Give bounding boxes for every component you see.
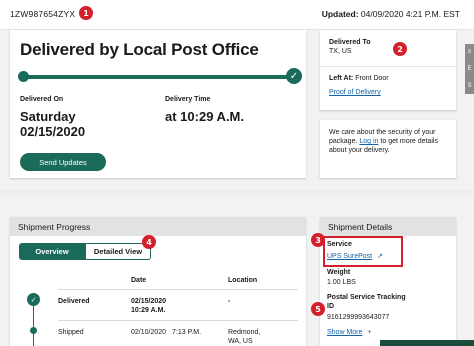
security-line-2-pre: package.: [329, 138, 358, 145]
tracking-number: 1ZW987654ZYX: [10, 9, 76, 19]
delivery-time-label: Delivery Time: [165, 96, 211, 103]
progress-track: [22, 75, 292, 79]
row-location-shipped-line-2: WA, US: [228, 338, 253, 345]
delivery-time: at 10:29 A.M.: [165, 109, 244, 124]
external-link-icon: ↗: [377, 253, 383, 260]
delivery-status-card: Delivered by Local Post Office ✓ Deliver…: [10, 30, 306, 178]
row-datetime-shipped: 02/10/2020 7:13 P.M.: [131, 328, 201, 337]
updated-label: Updated:: [321, 9, 359, 19]
timeline-delivered-check-icon: ✓: [27, 293, 40, 306]
row-location-delivered: -: [228, 298, 231, 305]
service-value-row: UPS SurePost ↗: [327, 252, 383, 260]
status-title: Delivered by Local Post Office: [20, 40, 259, 59]
row-divider: [58, 289, 298, 290]
security-line-1: We care about the security of your: [329, 129, 436, 136]
side-tab-glyph-e: E: [467, 65, 472, 72]
tab-detailed-view[interactable]: Detailed View: [85, 243, 151, 260]
delivered-to-card: Delivered To TX, US Left At: Front Door …: [320, 30, 456, 110]
column-header-location: Location: [228, 277, 258, 284]
delivered-day: Saturday: [20, 109, 76, 124]
row-time-delivered: 10:29 A.M.: [131, 307, 166, 314]
security-info-card: We care about the security of your packa…: [320, 120, 456, 178]
postal-tracking-value: 9161299993643077: [327, 314, 390, 321]
service-value-link[interactable]: UPS SurePost: [327, 253, 372, 260]
left-at-value: Front Door: [355, 75, 389, 82]
left-at-label: Left At:: [329, 75, 354, 82]
tab-overview[interactable]: Overview: [19, 243, 85, 260]
delivered-to-label: Delivered To: [329, 39, 371, 46]
security-line-3: about your delivery.: [329, 147, 390, 154]
delivered-on-label: Delivered On: [20, 96, 64, 103]
column-header-date: Date: [131, 277, 147, 284]
row-status-delivered: Delivered: [58, 298, 90, 305]
row-date-delivered: 02/15/2020: [131, 298, 167, 305]
plus-icon: +: [367, 329, 372, 336]
security-line-2: package. Log in to get more details: [329, 138, 438, 145]
left-at-row: Left At: Front Door: [329, 75, 389, 82]
service-label: Service: [327, 241, 352, 248]
timeline-shipped-dot: [30, 327, 37, 334]
annotation-badge-1: 1: [79, 6, 93, 20]
row-time-shipped: 7:13 P.M.: [172, 329, 202, 336]
shipment-progress-card: Shipment Progress Overview Detailed View…: [10, 217, 306, 346]
annotation-badge-5: 5: [311, 302, 325, 316]
security-line-2-post: to get more details: [380, 138, 438, 145]
annotation-badge-2: 2: [393, 42, 407, 56]
side-tab-menu-icon: ≡: [467, 49, 472, 56]
annotation-badge-3: 3: [311, 233, 325, 247]
progress-complete-check-icon: ✓: [286, 68, 302, 84]
shipment-details-header: Shipment Details: [320, 217, 456, 236]
delivered-to-location: TX, US: [329, 48, 352, 55]
updated-timestamp: Updated: 04/09/2020 4:21 P.M. EST: [322, 9, 460, 19]
weight-value: 1.00 LBS: [327, 279, 356, 286]
row-location-shipped-line-1: Redmond,: [228, 329, 261, 336]
send-updates-button[interactable]: Send Updates: [20, 153, 106, 171]
divider: [320, 66, 456, 67]
feedback-side-tab[interactable]: ≡ E S: [465, 44, 474, 94]
progress-start-dot: [18, 71, 29, 82]
row-status-shipped: Shipped: [58, 329, 84, 336]
show-more-button[interactable]: Show More +: [327, 329, 371, 336]
side-tab-glyph-s: S: [467, 82, 472, 89]
postal-tracking-label-line-1: Postal Service Tracking: [327, 294, 406, 301]
row-date-shipped: 02/10/2020: [131, 329, 167, 336]
show-more-label: Show More: [327, 329, 363, 336]
footer-bar: [380, 340, 474, 346]
proof-of-delivery-link[interactable]: Proof of Delivery: [329, 89, 381, 96]
shipment-progress-header: Shipment Progress: [10, 217, 306, 236]
updated-value: 04/09/2020 4:21 P.M. EST: [360, 9, 460, 19]
row-divider: [58, 320, 298, 321]
shipment-details-card: Shipment Details Service UPS SurePost ↗ …: [320, 217, 456, 346]
top-bar: 1ZW987654ZYX Updated: 04/09/2020 4:21 P.…: [0, 0, 474, 30]
delivered-date: 02/15/2020: [20, 124, 86, 139]
annotation-badge-4: 4: [142, 235, 156, 249]
postal-tracking-label-line-2: ID: [327, 303, 334, 310]
timeline-line: [33, 303, 34, 346]
section-divider: [0, 190, 474, 193]
weight-label: Weight: [327, 269, 351, 276]
login-link[interactable]: Log in: [359, 138, 378, 145]
